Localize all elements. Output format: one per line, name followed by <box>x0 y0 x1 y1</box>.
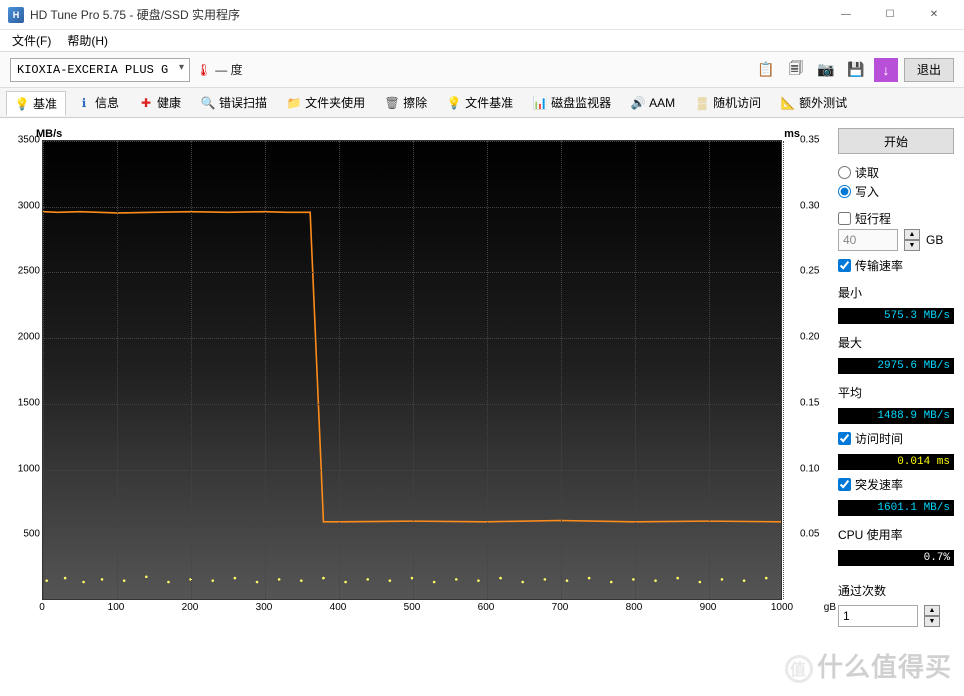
magnify-icon: 🔍 <box>201 96 215 110</box>
y-axis-right: 0.050.100.150.200.250.300.35 <box>800 140 830 600</box>
menu-help[interactable]: 帮助(H) <box>59 30 116 51</box>
device-select[interactable] <box>10 58 190 82</box>
screenshot-icon[interactable]: 📷 <box>814 58 838 82</box>
tab-extra[interactable]: 📐 额外测试 <box>772 90 856 115</box>
x-axis-unit: gB <box>824 602 836 613</box>
shortstroke-label: 短行程 <box>855 210 891 227</box>
tab-label: 擦除 <box>403 94 427 111</box>
start-button[interactable]: 开始 <box>838 128 954 154</box>
transfer-checkbox[interactable]: 传输速率 <box>838 257 954 274</box>
passes-label: 通过次数 <box>838 582 954 599</box>
max-label: 最大 <box>838 334 954 351</box>
tab-label: 信息 <box>95 94 119 111</box>
options-icon[interactable]: ↓ <box>874 58 898 82</box>
extra-icon: 📐 <box>781 96 795 110</box>
cpu-value: 0.7% <box>838 550 954 566</box>
tab-label: 磁盘监视器 <box>551 94 611 111</box>
tab-diskmon[interactable]: 📊 磁盘监视器 <box>524 90 620 115</box>
avg-value: 1488.9 MB/s <box>838 408 954 424</box>
shortstroke-checkbox[interactable]: 短行程 <box>838 210 954 227</box>
tab-benchmark[interactable]: 💡 基准 <box>6 91 66 116</box>
tab-label: 文件基准 <box>465 94 513 111</box>
folder-icon: 📁 <box>287 96 301 110</box>
spin-up[interactable]: ▲ <box>904 229 920 240</box>
thermometer-icon: 🌡 <box>196 63 211 77</box>
shortstroke-input <box>838 229 898 251</box>
access-label: 访问时间 <box>855 430 903 447</box>
min-label: 最小 <box>838 284 954 301</box>
tab-aam[interactable]: 🔊 AAM <box>622 92 684 114</box>
burst-label: 突发速率 <box>855 476 903 493</box>
write-radio[interactable]: 写入 <box>838 183 954 200</box>
burst-checkbox[interactable]: 突发速率 <box>838 476 954 493</box>
spin-down[interactable]: ▼ <box>904 240 920 251</box>
menubar: 文件(F) 帮助(H) <box>0 30 964 52</box>
right-panel: 开始 读取 写入 短行程 ▲▼ GB 传输速率 最小 575.3 MB/s 最大… <box>832 118 964 696</box>
titlebar: H HD Tune Pro 5.75 - 硬盘/SSD 实用程序 — ☐ ✕ <box>0 0 964 30</box>
temperature-value: — 度 <box>215 61 242 78</box>
passes-input[interactable] <box>838 605 918 627</box>
tab-label: 基准 <box>33 95 57 112</box>
y-axis-left: 500100015002000250030003500 <box>10 140 40 600</box>
x-axis: 01002003004005006007008009001000 <box>42 602 782 622</box>
tab-label: 健康 <box>157 94 181 111</box>
copy-info-icon[interactable]: 📋 <box>754 58 778 82</box>
window-title: HD Tune Pro 5.75 - 硬盘/SSD 实用程序 <box>30 6 824 23</box>
min-value: 575.3 MB/s <box>838 308 954 324</box>
filebulb-icon: 💡 <box>447 96 461 110</box>
exit-button[interactable]: 退出 <box>904 58 954 82</box>
tab-label: 额外测试 <box>799 94 847 111</box>
info-icon: ℹ <box>77 96 91 110</box>
tab-label: 文件夹使用 <box>305 94 365 111</box>
copy-screenshot-icon[interactable]: 🗐 <box>784 58 808 82</box>
read-label: 读取 <box>855 164 879 181</box>
tabs: 💡 基准 ℹ 信息 ✚ 健康 🔍 错误扫描 📁 文件夹使用 🗑 擦除 💡 文件基准 📊 磁盘监视… <box>0 88 964 118</box>
transfer-label: 传输速率 <box>855 257 903 274</box>
max-value: 2975.6 MB/s <box>838 358 954 374</box>
gb-label: GB <box>926 233 943 247</box>
speaker-icon: 🔊 <box>631 96 645 110</box>
maximize-button[interactable]: ☐ <box>868 0 912 30</box>
monitor-icon: 📊 <box>533 96 547 110</box>
tab-errorscan[interactable]: 🔍 错误扫描 <box>192 90 276 115</box>
chart-area: MB/s ms 500100015002000250030003500 0.05… <box>0 118 832 696</box>
tab-label: AAM <box>649 96 675 110</box>
random-icon: ▒ <box>695 96 709 110</box>
app-icon: H <box>8 7 24 23</box>
passes-spin-down[interactable]: ▼ <box>924 616 940 627</box>
bulb-icon: 💡 <box>15 97 29 111</box>
tab-filebench[interactable]: 💡 文件基准 <box>438 90 522 115</box>
toolbar: 🌡 — 度 📋 🗐 📷 💾 ↓ 退出 <box>0 52 964 88</box>
trash-icon: 🗑 <box>385 96 399 110</box>
write-label: 写入 <box>855 183 879 200</box>
tab-folder[interactable]: 📁 文件夹使用 <box>278 90 374 115</box>
read-radio[interactable]: 读取 <box>838 164 954 181</box>
menu-file[interactable]: 文件(F) <box>4 30 59 51</box>
tab-health[interactable]: ✚ 健康 <box>130 90 190 115</box>
chart-canvas <box>42 140 782 600</box>
tab-random[interactable]: ▒ 随机访问 <box>686 90 770 115</box>
save-icon[interactable]: 💾 <box>844 58 868 82</box>
avg-label: 平均 <box>838 384 954 401</box>
access-checkbox[interactable]: 访问时间 <box>838 430 954 447</box>
passes-spin-up[interactable]: ▲ <box>924 605 940 616</box>
burst-value: 1601.1 MB/s <box>838 500 954 516</box>
cpu-label: CPU 使用率 <box>838 526 954 543</box>
close-button[interactable]: ✕ <box>912 0 956 30</box>
tab-label: 错误扫描 <box>219 94 267 111</box>
minimize-button[interactable]: — <box>824 0 868 30</box>
y-axis-right-label: ms <box>784 128 800 140</box>
tab-info[interactable]: ℹ 信息 <box>68 90 128 115</box>
tab-label: 随机访问 <box>713 94 761 111</box>
tab-erase[interactable]: 🗑 擦除 <box>376 90 436 115</box>
access-value: 0.014 ms <box>838 454 954 470</box>
watermark: 什么值得买 <box>785 647 952 684</box>
health-icon: ✚ <box>139 96 153 110</box>
